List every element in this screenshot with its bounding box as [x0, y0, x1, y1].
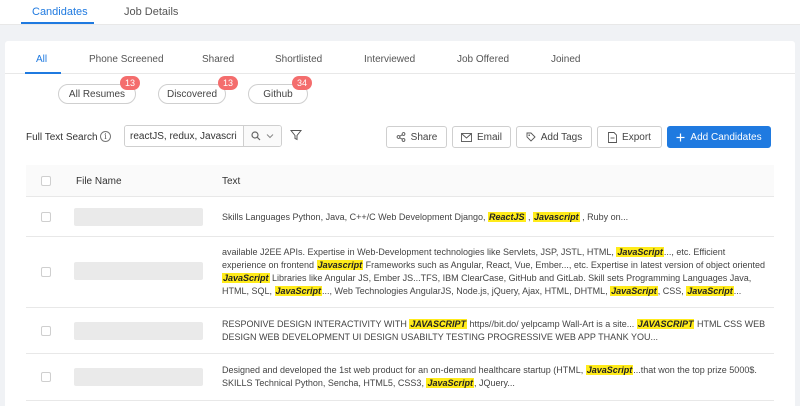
row-checkbox[interactable] — [41, 372, 51, 382]
text-snippet: available J2EE APIs. Expertise in Web-De… — [222, 247, 617, 257]
mail-icon — [461, 132, 472, 142]
column-file-name: File Name — [76, 176, 122, 187]
row-text: available J2EE APIs. Expertise in Web-De… — [222, 246, 770, 298]
search-label: Full Text Search — [26, 132, 98, 143]
email-label: Email — [476, 131, 502, 143]
source-all-resumes-count: 13 — [120, 76, 140, 90]
table-row[interactable]: Designed and developed the 1st web produ… — [26, 354, 774, 401]
search-match-highlight: JAVASCRIPT — [409, 319, 468, 329]
search-match-highlight: JavaScript — [585, 365, 634, 375]
add-tags-button[interactable]: Add Tags — [516, 126, 592, 148]
row-checkbox[interactable] — [41, 212, 51, 222]
search-match-highlight: JavaScript — [686, 286, 734, 296]
table-row[interactable]: RESPONIVE DESIGN INTERACTIVITY WITH JAVA… — [26, 308, 774, 354]
table-row[interactable]: Skills Languages Python, Java, C++/C Web… — [26, 197, 774, 237]
search-input[interactable] — [125, 126, 243, 146]
active-stage-indicator — [25, 72, 61, 74]
candidates-panel: All Phone Screened Shared Shortlisted In… — [5, 41, 795, 406]
text-snippet: , — [525, 212, 534, 222]
column-text: Text — [222, 176, 241, 187]
export-button[interactable]: Export — [597, 126, 662, 148]
share-button[interactable]: Share — [386, 126, 447, 148]
text-snippet: , Ruby on... — [579, 212, 629, 222]
add-candidates-button[interactable]: Add Candidates — [667, 126, 771, 148]
text-snippet: Designed and developed the 1st web produ… — [222, 365, 586, 375]
row-text: RESPONIVE DESIGN INTERACTIVITY WITH JAVA… — [222, 318, 770, 344]
search-match-highlight: ReactJS — [487, 212, 526, 222]
add-candidates-label: Add Candidates — [690, 131, 762, 143]
row-text: Designed and developed the 1st web produ… — [222, 364, 770, 390]
table-header: File Name Text — [26, 165, 774, 197]
search-match-highlight: JAVASCRIPT — [636, 319, 695, 329]
search-match-highlight: JavaScript — [610, 286, 658, 296]
tab-shared[interactable]: Shared — [202, 54, 234, 65]
file-name-placeholder — [74, 322, 203, 340]
row-checkbox[interactable] — [41, 267, 51, 277]
file-name-placeholder — [74, 368, 203, 386]
tab-interviewed[interactable]: Interviewed — [364, 54, 415, 65]
tab-candidates[interactable]: Candidates — [32, 6, 88, 18]
tab-job-offered[interactable]: Job Offered — [457, 54, 509, 65]
add-tags-label: Add Tags — [540, 131, 583, 143]
tag-icon — [526, 132, 536, 142]
search-match-highlight: JavaScript — [616, 247, 664, 257]
page-tabs: Candidates Job Details — [0, 0, 800, 25]
row-checkbox[interactable] — [41, 326, 51, 336]
file-name-placeholder — [74, 262, 203, 280]
text-snippet: , JQuery... — [473, 378, 515, 388]
select-all-checkbox[interactable] — [41, 176, 51, 186]
table-row[interactable]: available J2EE APIs. Expertise in Web-De… — [26, 237, 774, 308]
search-box — [124, 125, 282, 147]
share-label: Share — [410, 131, 438, 143]
file-export-icon — [608, 131, 617, 143]
source-github-count: 34 — [292, 76, 312, 90]
tab-shortlisted[interactable]: Shortlisted — [275, 54, 322, 65]
row-text: Skills Languages Python, Java, C++/C Web… — [222, 211, 770, 224]
filter-icon[interactable] — [290, 129, 302, 141]
info-icon[interactable]: i — [100, 131, 111, 142]
search-match-highlight: Javascript — [316, 260, 364, 270]
text-snippet: RESPONIVE DESIGN INTERACTIVITY WITH — [222, 319, 410, 329]
plus-icon — [676, 133, 685, 141]
source-discovered[interactable]: Discovered — [158, 84, 226, 104]
share-icon — [396, 132, 406, 142]
chevron-down-icon — [266, 134, 274, 139]
tab-job-details[interactable]: Job Details — [124, 6, 178, 18]
source-discovered-count: 13 — [218, 76, 238, 90]
search-match-highlight: JavaScript — [222, 273, 270, 283]
text-snippet: ... — [733, 286, 742, 296]
export-label: Export — [622, 131, 651, 143]
search-match-highlight: JavaScript — [274, 286, 323, 296]
tab-phone-screened[interactable]: Phone Screened — [89, 54, 164, 65]
text-snippet: Skills Languages Python, Java, C++/C Web… — [222, 212, 488, 222]
tab-all[interactable]: All — [36, 54, 47, 65]
text-snippet: ..., Web Technologies AngularJS, Node.js… — [322, 286, 611, 296]
stage-tabs: All Phone Screened Shared Shortlisted In… — [5, 41, 795, 74]
search-button[interactable] — [243, 126, 281, 146]
search-match-highlight: JavaScript — [426, 378, 474, 388]
search-match-highlight: Javascript — [533, 212, 580, 222]
search-icon — [251, 131, 261, 141]
text-snippet: Frameworks such as Angular, React, Vue, … — [363, 260, 765, 270]
text-snippet: https//bit.do/ yelpcamp Wall-Art is a si… — [467, 319, 637, 329]
tab-joined[interactable]: Joined — [551, 54, 580, 65]
text-snippet: , CSS, — [657, 286, 687, 296]
file-name-placeholder — [74, 208, 203, 226]
active-tab-indicator — [21, 22, 94, 24]
email-button[interactable]: Email — [452, 126, 511, 148]
